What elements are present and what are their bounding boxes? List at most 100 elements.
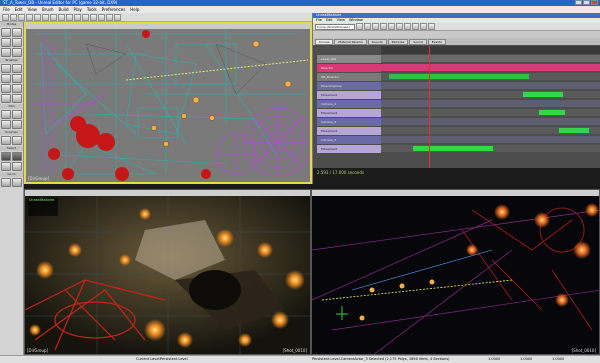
keyframe-range[interactable]	[413, 146, 493, 151]
terrain-mode-icon[interactable]	[1, 38, 11, 47]
track-name: Camera_1	[317, 100, 381, 108]
save-icon[interactable]	[18, 14, 25, 21]
keyframe-range[interactable]	[523, 92, 563, 97]
keyframe-range[interactable]	[539, 110, 565, 115]
content-browser-icon[interactable]	[50, 14, 57, 21]
tab-particles[interactable]: Particles	[387, 39, 409, 45]
matinee-menu-view[interactable]: View	[337, 18, 345, 23]
shot-clip[interactable]	[389, 74, 529, 79]
perspective-viewport[interactable]: UnrealMatinee [DirGroup] [Shot_0010]	[24, 189, 311, 355]
track-row[interactable]: Camera_3	[313, 136, 600, 144]
track-row[interactable]: Movement	[313, 145, 600, 153]
csg-add-icon[interactable]	[1, 110, 11, 119]
hide-selected-icon[interactable]	[12, 152, 22, 161]
matinee-icon[interactable]	[66, 14, 73, 21]
menu-play[interactable]: Play	[74, 6, 82, 13]
play-icon[interactable]	[372, 23, 379, 30]
search-icon[interactable]	[42, 14, 49, 21]
cone-brush-icon[interactable]	[12, 64, 22, 73]
track-row[interactable]: Movement	[313, 127, 600, 135]
camera-icon[interactable]	[404, 23, 411, 30]
linear-stair-icon[interactable]	[1, 84, 11, 93]
modes-grid	[0, 27, 23, 58]
cube-brush-icon[interactable]	[1, 64, 11, 73]
minimize-button[interactable]	[575, 0, 582, 5]
menu-preferences[interactable]: Preferences	[102, 6, 126, 13]
tab-events[interactable]: Events	[427, 39, 446, 45]
show-selected-icon[interactable]	[1, 152, 11, 161]
go-to-builder-icon[interactable]	[12, 178, 22, 187]
zoom-out-icon[interactable]	[420, 23, 427, 30]
menu-help[interactable]: Help	[130, 6, 139, 13]
track-row[interactable]: Director	[313, 64, 600, 72]
curve-combo[interactable]: Curve (SoundGroupA)	[315, 23, 355, 30]
csg-deintersect-icon[interactable]	[12, 120, 22, 129]
spiral-stair-icon[interactable]	[12, 84, 22, 93]
grid-value-3[interactable]: 1.0000	[552, 356, 564, 363]
go-to-actor-icon[interactable]	[1, 178, 11, 187]
menu-tools[interactable]: Tools	[87, 6, 97, 13]
show-all-icon[interactable]	[12, 162, 22, 171]
texture-mode-icon[interactable]	[12, 38, 22, 47]
add-key-icon[interactable]	[356, 23, 363, 30]
current-level-value[interactable]: Persistent Level	[160, 356, 188, 363]
matinee-menu-file[interactable]: File	[316, 18, 322, 23]
tab-sounds[interactable]: Sounds	[367, 39, 387, 45]
menu-edit[interactable]: Edit	[15, 6, 23, 13]
play-in-editor-icon[interactable]	[114, 14, 121, 21]
tab-sound[interactable]: Sound	[409, 39, 427, 45]
mesh-paint-icon[interactable]	[1, 48, 11, 57]
build-geometry-icon[interactable]	[74, 14, 81, 21]
close-button[interactable]	[591, 0, 598, 5]
csg-subtract-icon[interactable]	[12, 110, 22, 119]
kismet-icon[interactable]	[58, 14, 65, 21]
loop-icon[interactable]	[380, 23, 387, 30]
zoom-in-icon[interactable]	[412, 23, 419, 30]
new-icon[interactable]	[2, 14, 9, 21]
track-row[interactable]: Camera_1	[313, 100, 600, 108]
top-viewport[interactable]: [DirGroup]	[24, 22, 312, 184]
redo-icon[interactable]	[34, 14, 41, 21]
camera-mode-icon[interactable]	[1, 28, 11, 37]
grid-value-1[interactable]: 1.0000	[488, 356, 500, 363]
timeline-ruler[interactable]	[381, 46, 600, 54]
track-row[interactable]: Movement	[313, 91, 600, 99]
interp-mode-icon[interactable]	[364, 23, 371, 30]
tab-curves[interactable]: Curves	[315, 39, 334, 45]
menu-view[interactable]: View	[27, 6, 37, 13]
maximize-button[interactable]	[583, 0, 590, 5]
curved-stair-icon[interactable]	[12, 74, 22, 83]
build-paths-icon[interactable]	[90, 14, 97, 21]
matinee-menu-edit[interactable]: Edit	[326, 18, 333, 23]
foliage-icon[interactable]	[12, 48, 22, 57]
track-row[interactable]: SM_Director	[313, 73, 600, 81]
tab-material-params[interactable]: Material Params	[334, 39, 367, 45]
build-lighting-icon[interactable]	[82, 14, 89, 21]
playhead[interactable]	[429, 46, 430, 168]
keyframe-range[interactable]	[559, 128, 589, 133]
track-row[interactable]: Level_stat	[313, 55, 600, 63]
cylinder-brush-icon[interactable]	[1, 74, 11, 83]
play-icon[interactable]	[106, 14, 113, 21]
add-volume-icon[interactable]	[1, 136, 11, 145]
grid-value-2[interactable]: 1.0000	[520, 356, 532, 363]
track-row[interactable]: Movement	[313, 109, 600, 117]
track-row[interactable]: Directorgroup	[313, 82, 600, 90]
build-all-icon[interactable]	[98, 14, 105, 21]
snap-icon[interactable]	[428, 23, 435, 30]
track-row[interactable]: Camera_2	[313, 118, 600, 126]
sheet-brush-icon[interactable]	[1, 94, 11, 103]
undo-icon[interactable]	[26, 14, 33, 21]
add-mover-icon[interactable]	[12, 136, 22, 145]
menu-build[interactable]: Build	[59, 6, 69, 13]
open-icon[interactable]	[10, 14, 17, 21]
stop-icon[interactable]	[388, 23, 395, 30]
reverse-icon[interactable]	[396, 23, 403, 30]
menu-brush[interactable]: Brush	[42, 6, 54, 13]
sphere-brush-icon[interactable]	[12, 94, 22, 103]
invert-selection-icon[interactable]	[1, 162, 11, 171]
csg-intersect-icon[interactable]	[1, 120, 11, 129]
menu-file[interactable]: File	[3, 6, 10, 13]
geometry-mode-icon[interactable]	[12, 28, 22, 37]
camera-viewport[interactable]: [Shot_0010]	[311, 189, 600, 355]
